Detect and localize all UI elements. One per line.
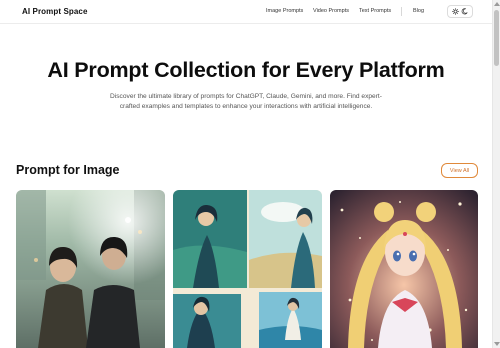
sun-icon[interactable] <box>452 8 459 15</box>
section-title: Prompt for Image <box>16 163 120 177</box>
page-scrollbar[interactable] <box>492 0 500 348</box>
nav-image-prompts[interactable]: Image Prompts <box>266 8 303 14</box>
image-prompt-card-magical-girl[interactable] <box>330 190 478 348</box>
nav-text-prompts[interactable]: Text Prompts <box>359 8 391 14</box>
nav-blog[interactable]: Blog <box>413 8 424 14</box>
brand-logo[interactable]: AI Prompt Space <box>22 7 88 16</box>
site-header: AI Prompt Space Image Prompts Video Prom… <box>0 0 492 24</box>
theme-toggle[interactable] <box>447 5 473 18</box>
image-prompt-card-anime-collage[interactable] <box>173 190 322 348</box>
magical-girl-image <box>330 190 478 348</box>
hero-title: AI Prompt Collection for Every Platform <box>47 58 445 82</box>
scroll-up-arrow-icon[interactable] <box>494 2 500 6</box>
image-prompt-card-street-photo[interactable] <box>16 190 165 348</box>
hero-subtitle: Discover the ultimate library of prompts… <box>110 93 382 110</box>
nav-video-prompts[interactable]: Video Prompts <box>313 8 349 14</box>
moon-icon[interactable] <box>461 8 468 15</box>
scroll-thumb[interactable] <box>494 10 499 66</box>
street-photo-image <box>16 190 165 348</box>
scroll-down-arrow-icon[interactable] <box>494 342 500 346</box>
nav-divider <box>401 7 402 16</box>
anime-collage-image <box>173 190 322 348</box>
view-all-button[interactable]: View All <box>441 163 478 178</box>
